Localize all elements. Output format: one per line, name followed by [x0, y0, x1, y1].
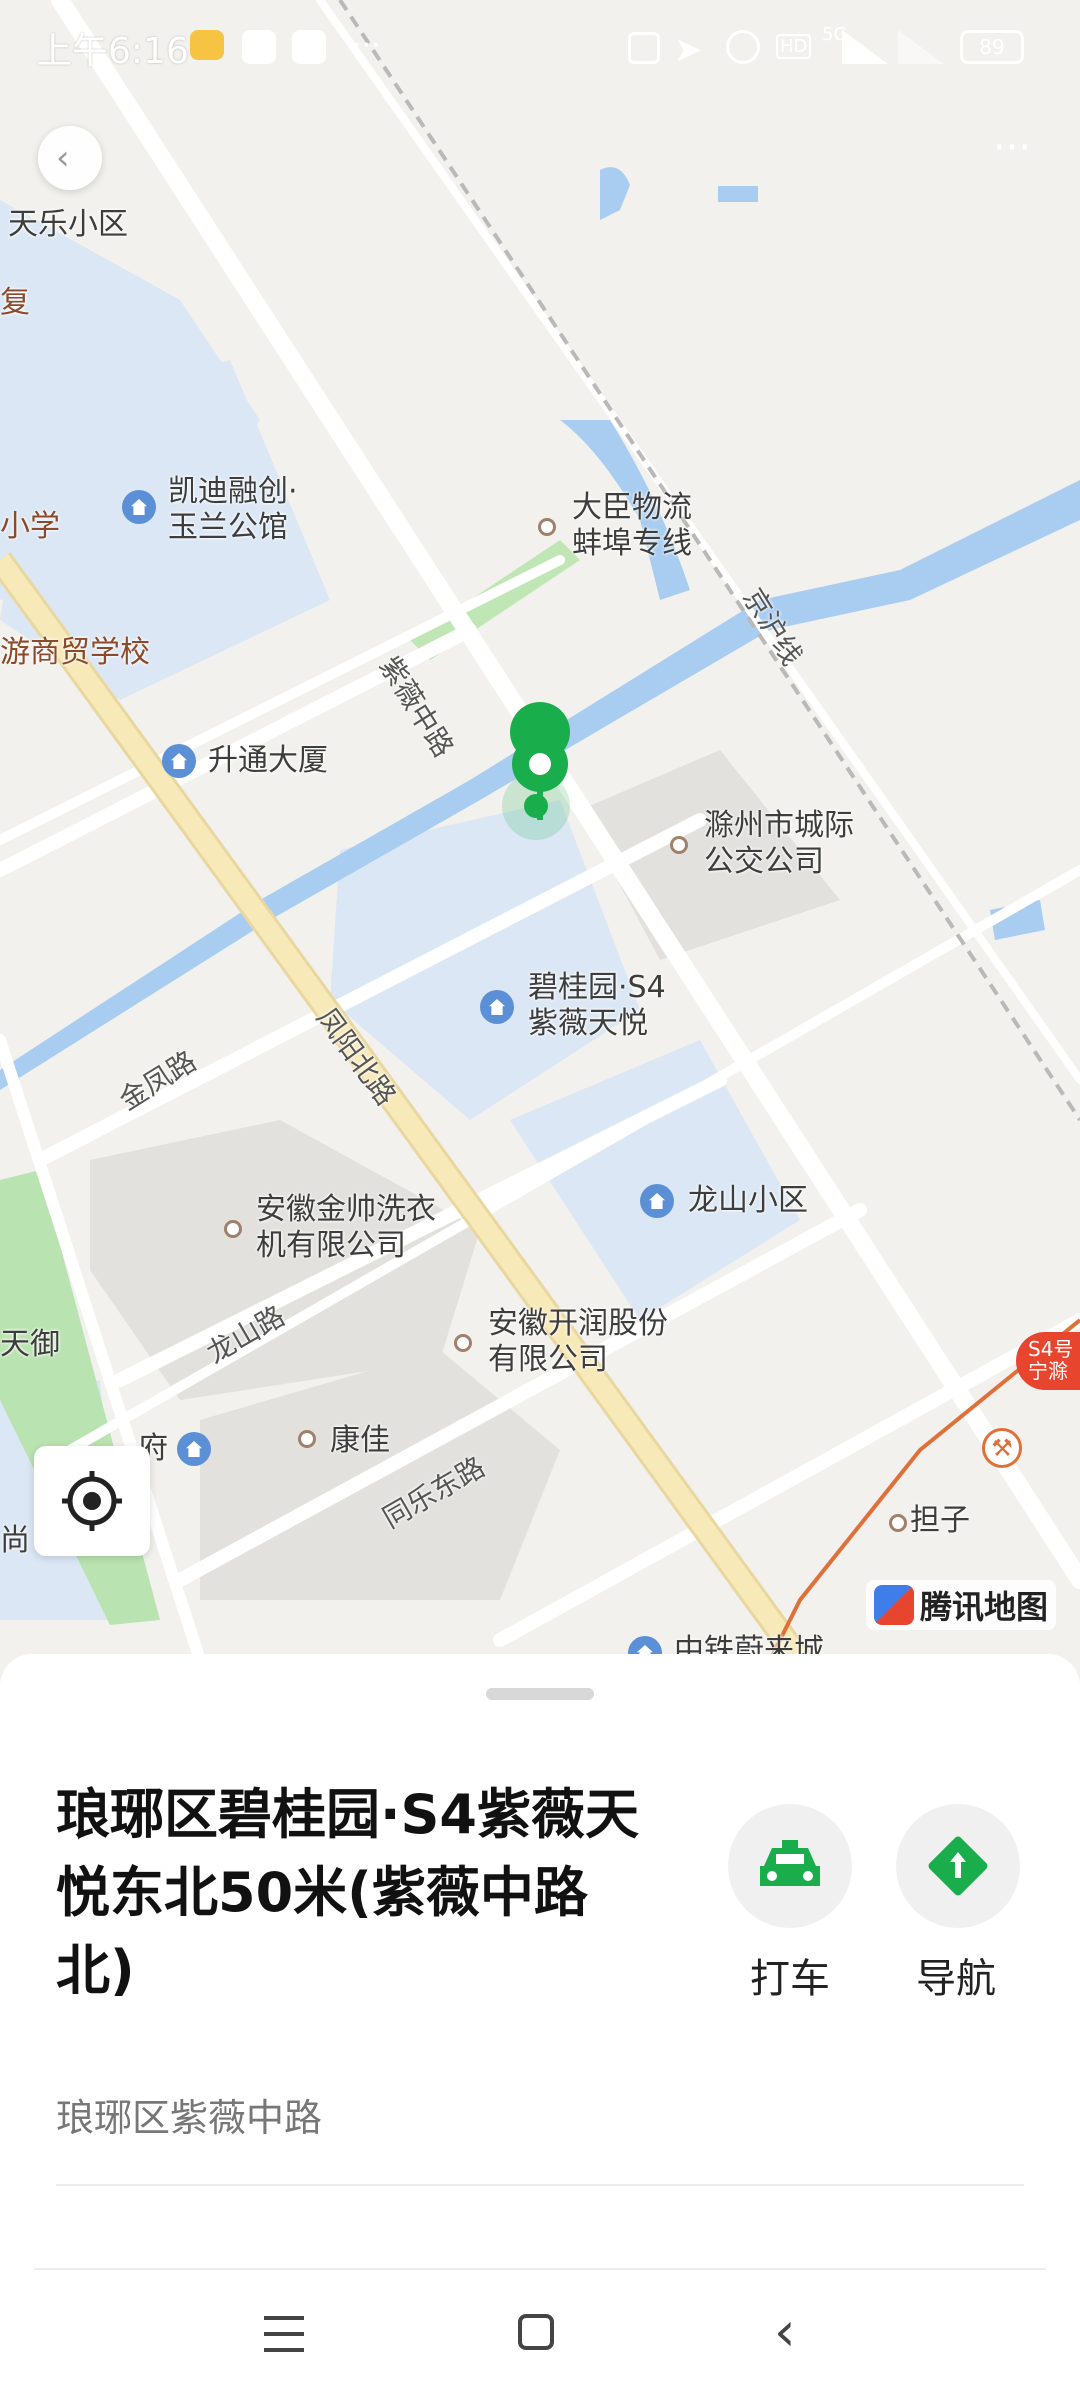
map-label: 安徽开润股份 有限公司	[488, 1306, 668, 1377]
map-label: 担子	[910, 1503, 970, 1538]
locate-me-button[interactable]	[34, 1446, 150, 1556]
taxi-icon	[760, 1840, 820, 1886]
map-label: 升通大厦	[208, 743, 328, 778]
construction-icon: ⚒	[982, 1428, 1022, 1468]
map-label: 尚	[0, 1523, 30, 1558]
map-canvas	[0, 0, 1080, 1660]
tencent-map-text: 腾讯地图	[920, 1588, 1049, 1626]
battery-level: 89	[979, 35, 1005, 59]
residential-icon	[122, 490, 156, 524]
poi-dot	[454, 1334, 472, 1352]
poi-dot	[889, 1514, 907, 1532]
tencent-map-logo: 腾讯地图	[866, 1580, 1057, 1630]
map-label: 小学	[0, 509, 60, 544]
battery-icon: 89	[960, 30, 1024, 64]
navigate-label[interactable]: 导航	[916, 1946, 996, 2004]
map-label: 安徽金帅洗衣 机有限公司	[256, 1192, 436, 1263]
place-address: 琅琊区紫薇中路	[56, 2096, 323, 2140]
alarm-icon	[726, 30, 760, 64]
location-arrow-icon: ➤	[674, 30, 703, 70]
back-nav-icon[interactable]: ‹	[774, 2300, 796, 2363]
map-view[interactable]: 天乐小区 复 凯迪融创· 玉兰公馆 小学 大臣物流 蚌埠专线 游商贸学校 京沪线 紫…	[0, 0, 1080, 1660]
map-label: 康佳	[330, 1423, 390, 1458]
poi-dot	[298, 1430, 316, 1448]
menu-icon[interactable]	[264, 2316, 304, 2352]
map-label: 凯迪融创· 玉兰公馆	[168, 474, 298, 545]
location-pin-icon	[510, 734, 570, 804]
play-icon	[292, 30, 326, 64]
poi-dot	[538, 518, 556, 536]
divider	[56, 2184, 1024, 2186]
map-label: 复	[0, 285, 30, 320]
home-icon[interactable]	[518, 2314, 554, 2350]
signal-icon	[842, 30, 888, 64]
residential-icon	[177, 1432, 211, 1466]
navigation-diamond-icon	[928, 1836, 988, 1896]
system-nav-bar: ‹	[0, 2270, 1080, 2400]
nfc-icon	[628, 32, 660, 64]
more-options-button[interactable]: ···	[982, 128, 1042, 178]
poi-dot	[224, 1220, 242, 1238]
baidu-icon	[242, 30, 276, 64]
navigate-button[interactable]	[896, 1804, 1020, 1928]
map-label: 游商贸学校	[0, 635, 150, 670]
map-label: 天御	[0, 1327, 60, 1362]
compass-logo-icon	[874, 1585, 914, 1625]
drag-handle[interactable]	[486, 1688, 594, 1700]
signal2-icon	[898, 30, 944, 64]
residential-icon	[480, 990, 514, 1024]
status-bar: 上午6:16 ··· ➤ HD 5G 89	[0, 0, 1080, 96]
highway-badge: S4号 宁滁	[1016, 1332, 1080, 1390]
map-label: 龙山小区	[688, 1183, 808, 1218]
map-label: 滁州市城际 公交公司	[704, 808, 854, 879]
building-icon	[162, 744, 196, 778]
back-button[interactable]: ‹	[38, 126, 102, 190]
chevron-left-icon: ‹	[56, 138, 70, 178]
taxi-button[interactable]	[728, 1804, 852, 1928]
weather-icon	[190, 30, 224, 60]
poi-dot	[670, 836, 688, 854]
map-label: 碧桂园·S4 紫薇天悦	[528, 970, 666, 1041]
crosshair-icon	[62, 1471, 122, 1531]
place-title: 琅琊区碧桂园·S4紫薇天悦东北50米(紫薇中路北)	[56, 1783, 639, 2002]
residential-icon	[640, 1184, 674, 1218]
taxi-label[interactable]: 打车	[750, 1946, 830, 2004]
more-status-icon: ···	[352, 28, 381, 63]
hd-icon: HD	[776, 34, 812, 59]
status-time: 上午6:16	[36, 31, 189, 72]
map-label: 天乐小区	[8, 207, 128, 242]
map-label: 大臣物流 蚌埠专线	[572, 490, 692, 561]
